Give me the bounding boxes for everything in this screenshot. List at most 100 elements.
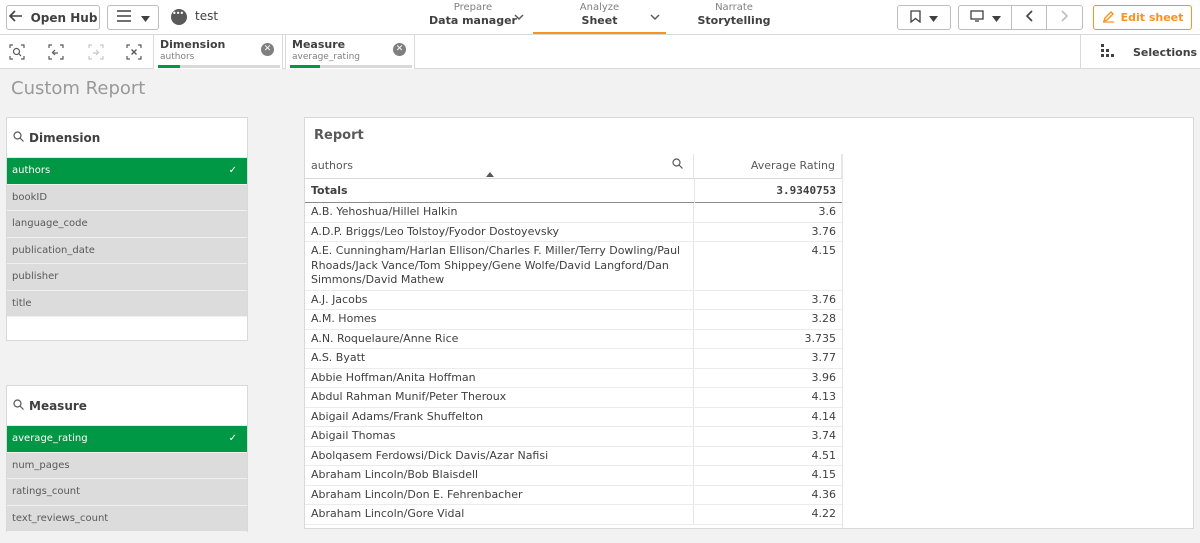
cell-author[interactable]: A.M. Homes [305, 310, 694, 329]
cell-average-rating: 3.76 [811, 292, 837, 306]
column-header-authors[interactable]: authors [305, 154, 694, 179]
table-row[interactable]: Abbie Hoffman/Anita Hoffman 3.96 [305, 368, 842, 388]
list-item[interactable]: num_pages [7, 452, 247, 479]
close-icon[interactable]: ✕ [393, 43, 406, 56]
table-row[interactable]: Abraham Lincoln/Don E. Fehrenbacher 4.36 [305, 485, 842, 505]
cell-author[interactable]: Abbie Hoffman/Anita Hoffman [305, 368, 694, 387]
totals-label: Totals [311, 184, 348, 197]
table-row[interactable]: A.S. Byatt 3.77 [305, 349, 842, 369]
selection-chip-value: authors [160, 52, 195, 62]
cell-average-rating: 4.15 [811, 468, 837, 481]
cell-average-rating: 4.14 [811, 409, 837, 423]
measure-pane-header[interactable]: Measure [7, 386, 247, 426]
nav-narrate-small: Narrate [715, 2, 753, 13]
app-icon [171, 9, 187, 25]
selection-chip-measure[interactable]: Measure average_rating ✕ [285, 35, 415, 69]
table-row[interactable]: Abraham Lincoln/Gore Vidal 4.22 [305, 505, 842, 525]
dimension-pane-header[interactable]: Dimension [7, 118, 247, 158]
step-forward-icon[interactable] [86, 44, 106, 62]
cell-author[interactable]: Abraham Lincoln/Don E. Fehrenbacher [305, 485, 694, 504]
column-divider [694, 179, 695, 203]
cell-author[interactable]: A.B. Yehoshua/Hillel Halkin [305, 203, 694, 222]
cell-author[interactable]: Abigail Thomas [305, 427, 694, 446]
list-item[interactable]: bookID [7, 184, 247, 211]
page-title: Custom Report [11, 78, 146, 99]
cell-average-rating: 3.735 [804, 331, 837, 345]
edit-sheet-label: Edit sheet [1120, 11, 1184, 24]
totals-value: 3.9340753 [776, 184, 836, 197]
table-row[interactable]: Abolqasem Ferdowsi/Dick Davis/Azar Nafis… [305, 446, 842, 466]
next-sheet-button[interactable] [1046, 5, 1083, 30]
chevron-down-icon [140, 11, 150, 25]
table-row[interactable]: A.J. Jacobs 3.76 [305, 290, 842, 310]
chevron-down-icon[interactable] [514, 13, 524, 24]
cell-average-rating: 3.77 [811, 351, 837, 364]
chevron-down-icon[interactable] [650, 13, 660, 24]
cell-average-rating: 3.28 [811, 312, 837, 325]
report-title: Report [314, 128, 364, 143]
search-icon[interactable] [672, 158, 683, 172]
table-row[interactable]: A.E. Cunningham/Harlan Ellison/Charles F… [305, 242, 842, 291]
list-item[interactable]: ratings_count [7, 479, 247, 506]
previous-sheet-button[interactable] [1011, 5, 1047, 30]
cell-author[interactable]: Abraham Lincoln/Bob Blaisdell [305, 466, 694, 485]
table-row[interactable]: A.N. Roquelaure/Anne Rice 3.735 [305, 329, 842, 349]
cell-average-rating: 4.13 [811, 390, 837, 403]
edit-sheet-button[interactable]: Edit sheet [1093, 5, 1192, 30]
column-header-label: Average Rating [750, 159, 835, 172]
cell-author[interactable]: Abigail Adams/Frank Shuffelton [305, 407, 694, 426]
list-item[interactable]: title [7, 290, 247, 317]
cell-author[interactable]: A.J. Jacobs [305, 290, 694, 309]
smart-search-icon[interactable] [7, 44, 27, 62]
selection-chip-title: Dimension [160, 38, 226, 51]
column-header-average-rating[interactable]: Average Rating [694, 154, 842, 179]
list-item[interactable]: publication_date [7, 237, 247, 264]
chevron-left-icon [1025, 10, 1033, 25]
table-row[interactable]: Abigail Thomas 3.74 [305, 427, 842, 447]
table-row[interactable]: A.D.P. Briggs/Leo Tolstoy/Fyodor Dostoye… [305, 222, 842, 242]
cell-average-rating: 4.51 [811, 448, 837, 462]
nav-analyze[interactable]: Analyze Sheet [533, 2, 666, 34]
selections-button[interactable]: Selections [1080, 35, 1200, 69]
global-menu-button[interactable] [107, 5, 159, 30]
selection-chip-title: Measure [292, 38, 346, 51]
table-row[interactable]: A.M. Homes 3.28 [305, 310, 842, 330]
cell-author[interactable]: Abdul Rahman Munif/Peter Theroux [305, 388, 694, 407]
nav-narrate[interactable]: Narrate Storytelling [680, 2, 788, 34]
table-row[interactable]: Abraham Lincoln/Bob Blaisdell 4.15 [305, 466, 842, 486]
chevron-right-icon [1060, 10, 1069, 25]
bookmark-button[interactable] [897, 5, 951, 30]
list-item[interactable]: text_reviews_count [7, 505, 247, 532]
dimension-filter-pane: Dimension authors bookID language_code p… [6, 117, 248, 341]
present-button[interactable] [958, 5, 1012, 30]
table-row[interactable]: A.B. Yehoshua/Hillel Halkin 3.6 [305, 203, 842, 223]
open-hub-button[interactable]: Open Hub [6, 5, 100, 30]
cell-average-rating: 4.22 [811, 507, 837, 520]
selection-progress-bar [158, 65, 280, 68]
cell-author[interactable]: A.E. Cunningham/Harlan Ellison/Charles F… [305, 242, 694, 290]
cell-average-rating: 4.15 [811, 244, 837, 257]
measure-pane-title: Measure [29, 398, 87, 413]
app-name: test [195, 9, 219, 23]
cell-author[interactable]: A.D.P. Briggs/Leo Tolstoy/Fyodor Dostoye… [305, 222, 694, 241]
report-table: Report authors Average Rating Totals 3.9… [304, 117, 1194, 529]
list-item[interactable]: average_rating [7, 426, 247, 453]
cell-author[interactable]: Abraham Lincoln/Gore Vidal [305, 505, 694, 524]
list-item[interactable]: language_code [7, 211, 247, 238]
close-icon[interactable]: ✕ [261, 43, 274, 56]
selections-grid-icon [1101, 43, 1115, 61]
list-item[interactable]: publisher [7, 264, 247, 291]
clear-all-icon[interactable] [124, 44, 144, 62]
selection-chip-dimension[interactable]: Dimension authors ✕ [153, 35, 283, 69]
table-row[interactable]: Abdul Rahman Munif/Peter Theroux 4.13 [305, 388, 842, 408]
cell-author[interactable]: A.S. Byatt [305, 349, 694, 368]
cell-author[interactable]: Abolqasem Ferdowsi/Dick Davis/Azar Nafis… [305, 446, 694, 465]
step-back-icon[interactable] [46, 44, 66, 62]
measure-filter-pane: Measure average_rating num_pages ratings… [6, 385, 248, 532]
table-row[interactable]: Abigail Adams/Frank Shuffelton 4.14 [305, 407, 842, 427]
cell-average-rating: 3.6 [818, 205, 837, 218]
list-item[interactable]: authors [7, 158, 247, 185]
pencil-icon [1102, 10, 1115, 26]
cell-author[interactable]: A.N. Roquelaure/Anne Rice [305, 329, 694, 348]
active-tab-indicator [533, 32, 666, 34]
